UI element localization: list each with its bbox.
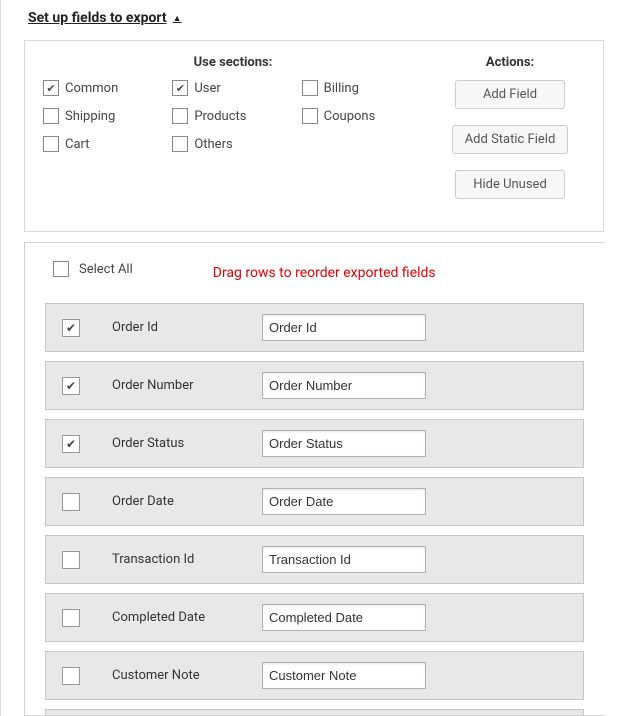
row-label: Order Number (112, 378, 262, 393)
row-label: Order Status (112, 436, 262, 451)
use-sections-heading: Use sections: (43, 55, 423, 70)
checkbox-icon (302, 80, 318, 96)
section-checkbox-common[interactable]: Common (43, 80, 164, 96)
checkbox-icon (172, 136, 188, 152)
field-row[interactable]: Customer Note (45, 651, 584, 700)
row-label: Order Date (112, 494, 262, 509)
row-input[interactable] (262, 604, 426, 631)
field-row[interactable]: Order Status (45, 419, 584, 468)
section-checkbox-label: Coupons (324, 109, 376, 124)
row-checkbox[interactable] (62, 493, 80, 511)
section-checkbox-products[interactable]: Products (172, 108, 293, 124)
section-checkbox-label: Others (194, 137, 232, 152)
section-checkbox-label: Products (194, 109, 246, 124)
row-label: Completed Date (112, 610, 262, 625)
fields-panel[interactable]: Select All Drag rows to reorder exported… (24, 242, 604, 716)
row-checkbox[interactable] (62, 435, 80, 453)
checkbox-icon (172, 80, 188, 96)
section-checkbox-label: Shipping (65, 109, 115, 124)
section-checkbox-label: Billing (324, 81, 359, 96)
row-input[interactable] (262, 314, 426, 341)
field-row[interactable]: Order Notes (45, 709, 584, 716)
row-label: Customer Note (112, 668, 262, 683)
checkbox-icon (302, 108, 318, 124)
select-all-label: Select All (79, 262, 133, 277)
row-input[interactable] (262, 372, 426, 399)
field-row[interactable]: Transaction Id (45, 535, 584, 584)
checkbox-icon (172, 108, 188, 124)
field-row[interactable]: Order Date (45, 477, 584, 526)
reorder-hint: Drag rows to reorder exported fields (213, 265, 436, 281)
section-checkbox-cart[interactable]: Cart (43, 136, 164, 152)
row-checkbox[interactable] (62, 667, 80, 685)
checkbox-icon (43, 80, 59, 96)
row-input[interactable] (262, 662, 426, 689)
row-label: Transaction Id (112, 552, 262, 567)
field-row[interactable]: Order Id (45, 303, 584, 352)
row-checkbox[interactable] (62, 319, 80, 337)
actions-heading: Actions: (486, 55, 534, 70)
add-field-button[interactable]: Add Field (455, 80, 565, 109)
checkbox-icon (43, 108, 59, 124)
field-row[interactable]: Completed Date (45, 593, 584, 642)
section-checkbox-others[interactable]: Others (172, 136, 293, 152)
row-input[interactable] (262, 430, 426, 457)
section-checkbox-label: User (194, 81, 220, 96)
row-checkbox[interactable] (62, 551, 80, 569)
row-input[interactable] (262, 546, 426, 573)
add-static-field-button[interactable]: Add Static Field (452, 125, 569, 154)
row-label: Order Id (112, 320, 262, 335)
row-checkbox[interactable] (62, 377, 80, 395)
section-title-text: Set up fields to export (28, 10, 167, 26)
section-checkbox-label: Cart (65, 137, 90, 152)
section-toggle[interactable]: Set up fields to export ▲ (16, 0, 623, 40)
checkbox-icon (53, 261, 69, 277)
collapse-arrow-icon: ▲ (173, 13, 182, 24)
section-checkbox-coupons[interactable]: Coupons (302, 108, 423, 124)
section-checkbox-shipping[interactable]: Shipping (43, 108, 164, 124)
row-checkbox[interactable] (62, 609, 80, 627)
section-checkbox-label: Common (65, 81, 118, 96)
row-input[interactable] (262, 488, 426, 515)
checkbox-icon (43, 136, 59, 152)
field-row[interactable]: Order Number (45, 361, 584, 410)
section-checkbox-billing[interactable]: Billing (302, 80, 423, 96)
section-checkbox-user[interactable]: User (172, 80, 293, 96)
select-all-checkbox[interactable]: Select All (53, 261, 133, 277)
hide-unused-button[interactable]: Hide Unused (455, 170, 565, 199)
